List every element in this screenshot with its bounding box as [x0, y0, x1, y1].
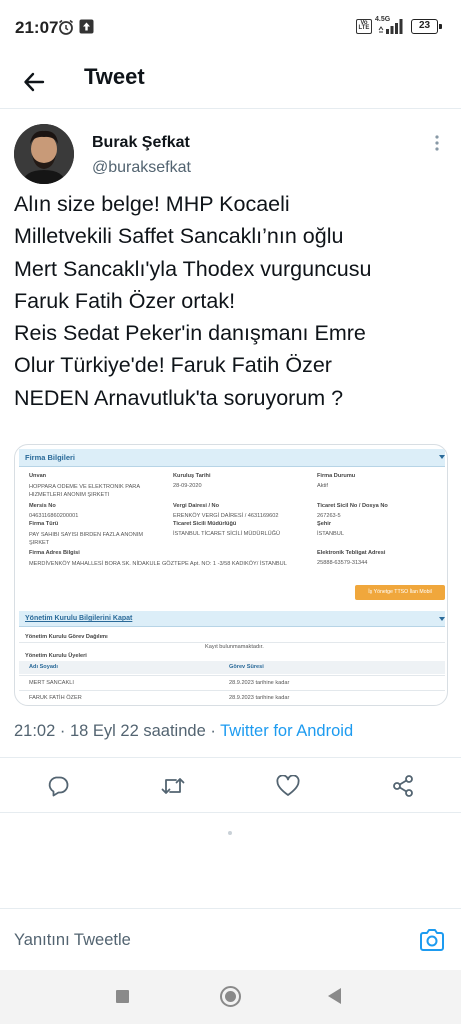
tweet-media-image[interactable]: Firma Bilgileri Unvan Kuruluş Tarihi Fir… [14, 444, 448, 706]
loading-dot [228, 831, 232, 835]
share-icon [393, 775, 413, 797]
doc-row-term: 28.9.2023 tarihine kadar [229, 695, 290, 701]
doc-value: PAY SAHIBI SAYISI BIRDEN FAZLA ANONIM ŞI… [29, 532, 143, 546]
back-button[interactable] [14, 62, 54, 102]
alarm-icon [57, 18, 75, 41]
doc-label: Ticaret Sicil No / Dosya No [317, 503, 388, 509]
author-avatar[interactable] [14, 124, 74, 184]
top-app-bar: Tweet [0, 56, 461, 109]
doc-value: 25888-63579-31344 [317, 560, 368, 566]
tweet-text-line: Alın size belge! MHP Kocaeli [14, 192, 290, 216]
doc-value: ERENKÖY VERGİ DAİRESİ / 4631169602 [173, 513, 279, 519]
doc-col-header: Adı Soyadı [29, 664, 58, 670]
doc-section-header: Yönetim Kurulu Bilgilerini Kapat [19, 611, 445, 627]
doc-section-title: Firma Bilgileri [25, 453, 76, 462]
doc-subtitle: Yönetim Kurulu Görev Dağılımı [25, 634, 108, 640]
tweet-date: 18 Eyl 22 saatinde [69, 722, 206, 740]
doc-label: Ticaret Sicili Müdürlüğü [173, 521, 237, 527]
reply-composer[interactable]: Yanıtını Tweetle [0, 908, 461, 970]
doc-label: Kuruluş Tarihi [173, 473, 211, 479]
retweet-icon [161, 778, 185, 794]
tweet-text-line: NEDEN Arnavutluk'ta soruyorum ? [14, 385, 344, 410]
more-vertical-icon [435, 135, 439, 151]
divider [0, 757, 461, 758]
author-name[interactable]: Burak Şefkat [92, 134, 190, 152]
upload-icon [79, 19, 94, 39]
doc-label: Vergi Dairesi / No [173, 503, 220, 509]
page-title: Tweet [84, 64, 145, 89]
doc-label: Unvan [29, 473, 47, 479]
doc-orange-button: İş Yönetge TTSO İlan Mobil [355, 585, 445, 600]
reply-button[interactable] [44, 772, 72, 800]
doc-value: 267263-5 [317, 513, 341, 519]
system-back-button[interactable] [328, 988, 341, 1004]
doc-label: Mersis No [29, 503, 56, 509]
tweet-text-line: Olur Türkiye'de! Faruk Fatih Özer [14, 353, 332, 378]
doc-value: Aktif [317, 483, 328, 489]
chevron-down-icon [439, 617, 445, 621]
doc-empty-message: Kayıt bulunmamaktadır. [205, 644, 264, 650]
doc-row-name: MERT SANCAKLI [29, 680, 74, 686]
retweet-button[interactable] [159, 772, 187, 800]
doc-divider [19, 675, 445, 676]
doc-section-title: Yönetim Kurulu Bilgilerini Kapat [25, 615, 133, 622]
doc-label: Elektronik Tebligat Adresi [317, 550, 386, 556]
like-button[interactable] [274, 772, 302, 800]
reply-icon [48, 776, 69, 797]
signal-icon [378, 18, 406, 39]
battery-icon: 23 [411, 19, 442, 34]
doc-label: Şehir [317, 521, 331, 527]
doc-label: Firma Durumu [317, 473, 356, 479]
tweet-text-line: Mert Sancaklı'yla Thodex vurguncusu [14, 256, 372, 281]
reply-input[interactable]: Yanıtını Tweetle [14, 931, 131, 950]
tweet-text-line: Faruk Fatih Özer ortak! [14, 288, 236, 313]
meta-separator: · [210, 722, 216, 740]
doc-divider [19, 642, 445, 643]
tweet-text-line: Milletvekili Saffet Sancaklı’nın oğlu [14, 224, 344, 249]
camera-button[interactable] [418, 926, 446, 954]
status-time: 21:07 [15, 18, 59, 37]
recent-apps-button[interactable] [116, 990, 129, 1003]
doc-value: HOPPARA ODEME VE ELEKTRONIK PARA HIZMETL… [29, 484, 140, 498]
tweet-timestamp: 21:02 · 18 Eyl 22 saatinde · Twitter for… [14, 722, 353, 741]
doc-col-header: Görev Süresi [229, 664, 264, 670]
heart-icon [276, 775, 300, 796]
divider [0, 812, 461, 813]
share-button[interactable] [389, 772, 417, 800]
tweet-time: 21:02 [14, 722, 56, 740]
doc-label: Firma Adres Bilgisi [29, 550, 80, 556]
doc-label: Firma Türü [29, 521, 59, 527]
status-bar: 21:07 Vo LTE 4.5G 23 [0, 0, 461, 56]
doc-value: 0463116860200001 [29, 513, 79, 519]
arrow-left-icon [24, 72, 45, 92]
doc-value: İSTANBUL TİCARET SİCİLİ MÜDÜRLÜĞÜ [173, 531, 281, 537]
doc-row-name: FARUK FATİH ÖZER [29, 695, 82, 701]
home-button[interactable] [220, 986, 241, 1007]
doc-value: 28-09-2020 [173, 483, 202, 489]
chevron-down-icon [439, 455, 445, 459]
doc-section-header: Firma Bilgileri [19, 449, 445, 467]
author-handle[interactable]: @buraksefkat [92, 159, 191, 177]
doc-row-term: 28.9.2023 tarihine kadar [229, 680, 290, 686]
doc-divider [19, 690, 445, 691]
tweet-source-link[interactable]: Twitter for Android [220, 722, 353, 740]
tweet-text-line: Reis Sedat Peker'in danışmanı Emre [14, 321, 366, 346]
meta-separator: · [59, 722, 66, 740]
doc-subtitle: Yönetim Kurulu Üyeleri [25, 653, 87, 659]
volte-icon: Vo LTE [356, 19, 372, 34]
tweet-text: Alın size belge! MHP Kocaeli Milletvekil… [14, 188, 454, 414]
more-options-button[interactable] [426, 130, 448, 156]
system-nav-bar [0, 970, 461, 1024]
camera-icon [420, 929, 444, 951]
doc-value: MERDİVENKÖY MAHALLESİ BORA SK. NİDAKULE … [29, 561, 287, 567]
doc-value: İSTANBUL [317, 531, 344, 537]
